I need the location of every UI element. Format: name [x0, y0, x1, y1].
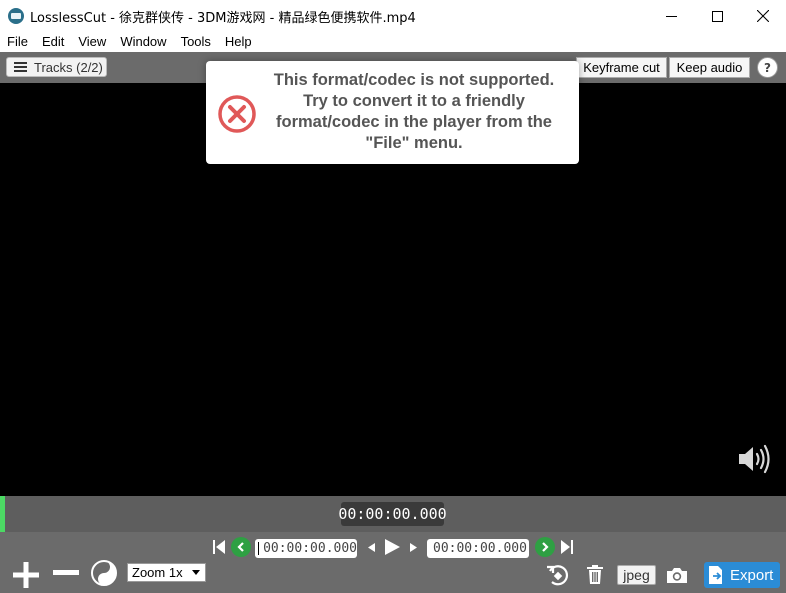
- timeline[interactable]: 00:00:00.000: [0, 496, 786, 532]
- trash-icon[interactable]: [587, 565, 603, 584]
- menu-edit[interactable]: Edit: [35, 32, 71, 52]
- jump-cut-start-icon[interactable]: [258, 542, 260, 555]
- close-icon: [757, 10, 769, 22]
- cut-end-time: 00:00:00.000: [433, 541, 527, 556]
- jump-to-end-icon[interactable]: [561, 540, 573, 554]
- seek-backward-icon[interactable]: [368, 543, 375, 552]
- menu-file[interactable]: File: [0, 32, 35, 52]
- menu-view[interactable]: View: [71, 32, 113, 52]
- play-icon[interactable]: [385, 539, 400, 555]
- help-button[interactable]: ?: [757, 57, 778, 78]
- title-bar: LosslessCut - 徐克群侠传 - 3DM游戏网 - 精品绿色便携软件.…: [0, 0, 786, 32]
- jump-to-start-icon[interactable]: [213, 540, 225, 554]
- cut-start-time-box[interactable]: 00:00:00.000: [255, 539, 357, 558]
- keep-audio-button[interactable]: Keep audio: [669, 57, 750, 78]
- file-export-icon: [709, 566, 722, 584]
- set-cut-start-button[interactable]: [231, 537, 251, 557]
- app-icon: [8, 8, 24, 24]
- yin-yang-icon[interactable]: [91, 560, 117, 586]
- cut-end-time-box[interactable]: 00:00:00.000: [427, 539, 529, 558]
- volume-icon[interactable]: [737, 444, 771, 474]
- export-label: Export: [730, 566, 774, 584]
- remove-segment-icon[interactable]: [53, 570, 79, 576]
- cut-start-time: 00:00:00.000: [263, 541, 357, 556]
- capture-format-button[interactable]: jpeg: [617, 565, 656, 585]
- error-circle-icon: [218, 95, 256, 133]
- menu-bar: File Edit View Window Tools Help: [0, 32, 786, 52]
- list-icon: [14, 62, 27, 72]
- maximize-icon: [711, 10, 723, 22]
- camera-icon[interactable]: [667, 567, 687, 583]
- tracks-button[interactable]: Tracks (2/2): [6, 57, 107, 77]
- rotate-icon[interactable]: [546, 563, 570, 587]
- chevron-right-icon: [542, 542, 549, 552]
- current-time-display: 00:00:00.000: [338, 502, 447, 526]
- zoom-select[interactable]: Zoom 1x: [127, 563, 206, 582]
- chevron-left-icon: [237, 542, 244, 552]
- window-title: LosslessCut - 徐克群侠传 - 3DM游戏网 - 精品绿色便携软件.…: [30, 10, 416, 26]
- zoom-label: Zoom 1x: [132, 565, 183, 580]
- add-segment-icon[interactable]: [12, 561, 40, 589]
- seek-forward-icon[interactable]: [410, 543, 417, 552]
- window-controls: [648, 0, 786, 32]
- minimize-button[interactable]: [648, 0, 694, 32]
- chevron-down-icon: [192, 570, 200, 575]
- maximize-button[interactable]: [694, 0, 740, 32]
- set-cut-end-button[interactable]: [535, 537, 555, 557]
- export-button[interactable]: Export: [704, 562, 780, 588]
- bottom-controls: 00:00:00.000 00:00:00.000 Zoom 1x jpeg E…: [0, 532, 786, 593]
- error-message: This format/codec is not supported. Try …: [273, 71, 555, 152]
- error-dialog: This format/codec is not supported. Try …: [206, 61, 579, 164]
- menu-help[interactable]: Help: [218, 32, 259, 52]
- minimize-icon: [665, 15, 677, 17]
- menu-tools[interactable]: Tools: [174, 32, 218, 52]
- menu-window[interactable]: Window: [113, 32, 173, 52]
- playhead[interactable]: [0, 496, 5, 532]
- close-button[interactable]: [740, 0, 786, 32]
- keyframe-cut-button[interactable]: Keyframe cut: [576, 57, 667, 78]
- tracks-label: Tracks (2/2): [34, 59, 103, 75]
